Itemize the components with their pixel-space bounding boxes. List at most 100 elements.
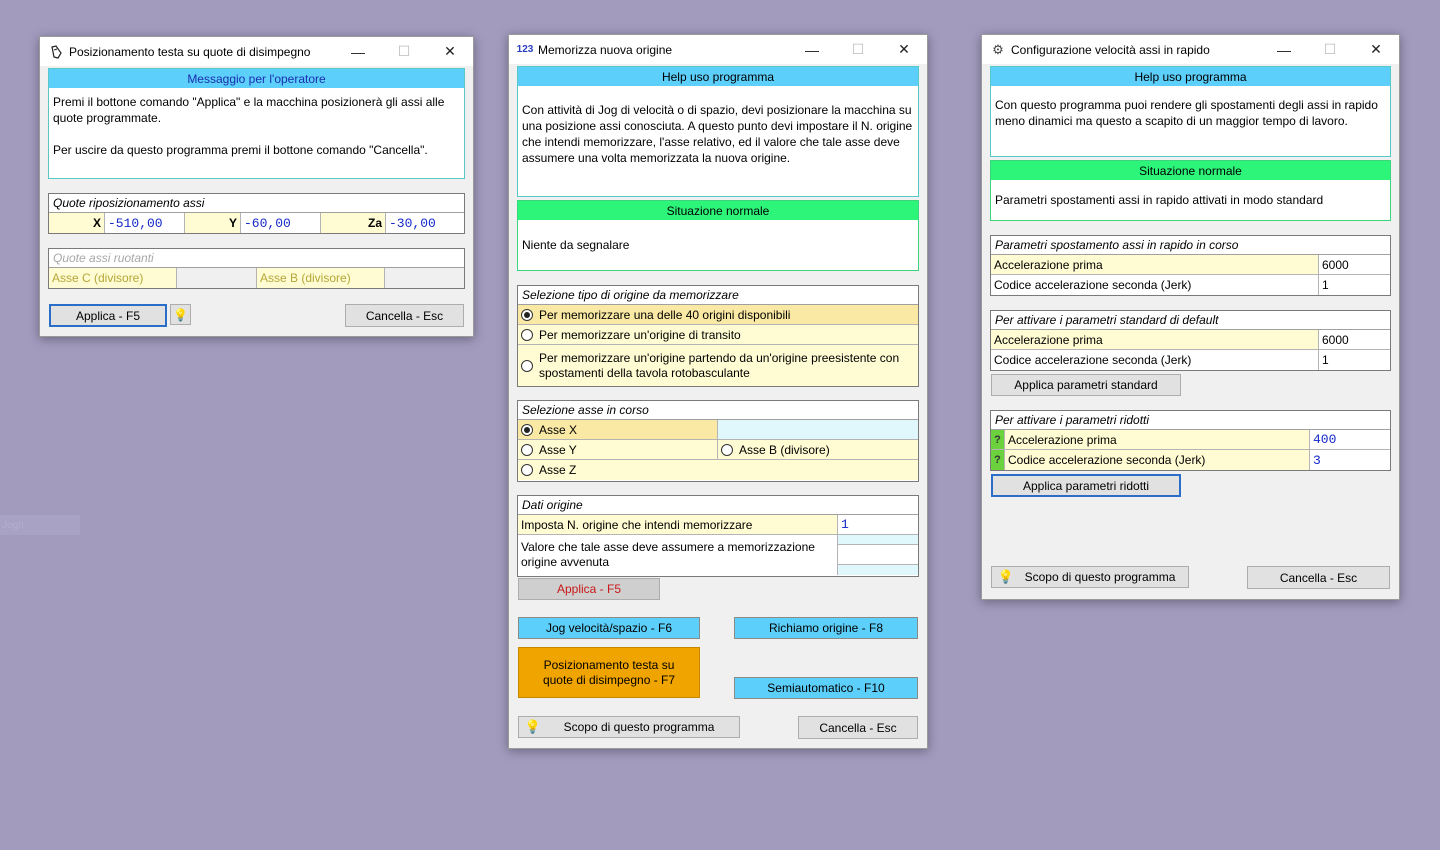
- window-head-positioning: Posizionamento testa su quote di disimpe…: [39, 36, 474, 337]
- help-panel: Help uso programma Con attività di Jog d…: [517, 66, 919, 197]
- help-header: Help uso programma: [991, 67, 1390, 86]
- origin-value-input-3[interactable]: [838, 565, 918, 575]
- jog-button[interactable]: Jog velocità/spazio - F6: [518, 617, 700, 639]
- cancel-button[interactable]: Cancella - Esc: [345, 304, 464, 327]
- current-params-group: Parametri spostamento assi in rapido in …: [990, 235, 1391, 296]
- gear-icon: ⚙: [992, 41, 1004, 57]
- semiautomatic-button[interactable]: Semiautomatico - F10: [734, 677, 918, 699]
- axis-y-option[interactable]: Asse Y: [518, 440, 718, 459]
- operator-message-header: Messaggio per l'operatore: [49, 69, 464, 88]
- reduced-acc-label: Accelerazione prima: [1005, 430, 1310, 449]
- origin-type-group: Selezione tipo di origine da memorizzare…: [517, 285, 919, 387]
- standard-acc-value: 6000: [1319, 330, 1390, 349]
- rot-b-value: [385, 268, 464, 288]
- lightbulb-icon: 💡: [997, 569, 1015, 584]
- close-icon[interactable]: ✕: [427, 37, 473, 66]
- current-acc-value: 6000: [1319, 255, 1390, 274]
- radio-icon[interactable]: [521, 328, 533, 341]
- axis-x-label: X: [49, 213, 105, 233]
- positioning-button[interactable]: Posizionamento testa su quote di disimpe…: [518, 647, 700, 698]
- radio-icon[interactable]: [521, 308, 533, 321]
- radio-icon[interactable]: [521, 359, 533, 372]
- close-icon[interactable]: ✕: [1353, 35, 1399, 64]
- origin-data-group: Dati origine Imposta N. origine che inte…: [517, 495, 919, 577]
- minimize-icon[interactable]: —: [789, 35, 835, 64]
- status-text: Niente da segnalare: [522, 238, 630, 252]
- help-text: Con questo programma puoi rendere gli sp…: [995, 98, 1378, 128]
- axis-za-label: Za: [321, 213, 386, 233]
- titlebar[interactable]: Posizionamento testa su quote di disimpe…: [40, 37, 473, 66]
- origin-value-input-2[interactable]: [838, 545, 918, 565]
- standard-params-group: Per attivare i parametri standard di def…: [990, 310, 1391, 371]
- close-icon[interactable]: ✕: [881, 35, 927, 64]
- axis-x-value[interactable]: -510,00: [105, 213, 185, 233]
- rotating-axes-group: Quote assi ruotanti Asse C (divisore) As…: [48, 248, 465, 289]
- maximize-icon: ☐: [1323, 41, 1337, 57]
- minimize-icon[interactable]: —: [1261, 35, 1307, 64]
- numbers-icon: 123: [516, 44, 534, 55]
- axis-selection-group: Selezione asse in corso Asse X Asse Y As…: [517, 400, 919, 482]
- lightbulb-icon: 💡: [173, 307, 188, 322]
- window-rapid-speed-config: ⚙ Configurazione velocità assi in rapido…: [981, 34, 1400, 600]
- apply-standard-button[interactable]: Applica parametri standard: [991, 374, 1181, 396]
- recall-origin-button[interactable]: Richiamo origine - F8: [734, 617, 918, 639]
- standard-jerk-value: 1: [1319, 350, 1390, 370]
- origin-type-title: Selezione tipo di origine da memorizzare: [518, 286, 918, 305]
- origin-value-label: Valore che tale asse deve assumere a mem…: [518, 535, 838, 575]
- axis-x-option[interactable]: Asse X: [518, 420, 718, 439]
- window-store-origin: 123 Memorizza nuova origine — ☐ ✕ Help u…: [508, 34, 928, 749]
- scope-button[interactable]: 💡 Scopo di questo programma: [518, 716, 740, 738]
- standard-jerk-label: Codice accelerazione seconda (Jerk): [991, 350, 1319, 370]
- cancel-button[interactable]: Cancella - Esc: [1247, 566, 1390, 589]
- radio-icon[interactable]: [521, 464, 533, 476]
- quote-riposizionamento-group: Quote riposizionamento assi X -510,00 Y …: [48, 193, 465, 234]
- axis-y-value[interactable]: -60,00: [241, 213, 321, 233]
- standard-params-title: Per attivare i parametri standard di def…: [991, 311, 1390, 330]
- radio-icon[interactable]: [521, 443, 533, 456]
- axis-za-value[interactable]: -30,00: [386, 213, 464, 233]
- radio-icon[interactable]: [721, 443, 733, 456]
- reduced-jerk-input[interactable]: 3: [1310, 450, 1390, 470]
- rot-c-value: [177, 268, 257, 288]
- axis-x-spacer: [718, 420, 918, 439]
- status-header: Situazione normale: [518, 201, 918, 220]
- window-title: Memorizza nuova origine: [538, 42, 673, 57]
- help-icon[interactable]: ?: [991, 450, 1005, 470]
- apply-button[interactable]: Applica - F5: [49, 304, 167, 327]
- radio-icon[interactable]: [521, 423, 533, 436]
- background-ghost-label: Jogn: [0, 515, 80, 535]
- minimize-icon[interactable]: —: [335, 37, 381, 66]
- apply-reduced-button[interactable]: Applica parametri ridotti: [991, 474, 1181, 497]
- window-title: Configurazione velocità assi in rapido: [1011, 42, 1210, 57]
- axis-b-option[interactable]: Asse B (divisore): [718, 440, 918, 459]
- reduced-params-group: Per attivare i parametri ridotti ? Accel…: [990, 410, 1391, 471]
- current-acc-label: Accelerazione prima: [991, 255, 1319, 274]
- lightbulb-button[interactable]: 💡: [170, 304, 191, 325]
- scope-button[interactable]: 💡 Scopo di questo programma: [991, 566, 1189, 588]
- origin-type-option-3[interactable]: Per memorizzare un'origine partendo da u…: [518, 345, 918, 386]
- quote-riposizionamento-title: Quote riposizionamento assi: [49, 194, 464, 213]
- reduced-jerk-label: Codice accelerazione seconda (Jerk): [1005, 450, 1310, 470]
- reduced-acc-input[interactable]: 400: [1310, 430, 1390, 449]
- origin-value-input[interactable]: [838, 535, 918, 545]
- axis-selection-title: Selezione asse in corso: [518, 401, 918, 420]
- origin-type-option-2[interactable]: Per memorizzare un'origine di transito: [518, 325, 918, 345]
- rot-b-label: Asse B (divisore): [257, 268, 385, 288]
- maximize-icon: ☐: [851, 41, 865, 57]
- titlebar[interactable]: 123 Memorizza nuova origine — ☐ ✕: [509, 35, 927, 64]
- axis-z-option[interactable]: Asse Z: [518, 460, 918, 480]
- cancel-button[interactable]: Cancella - Esc: [798, 716, 918, 739]
- origin-type-option-1[interactable]: Per memorizzare una delle 40 origini dis…: [518, 305, 918, 325]
- help-icon[interactable]: ?: [991, 430, 1005, 449]
- standard-acc-label: Accelerazione prima: [991, 330, 1319, 349]
- help-text: Con attività di Jog di velocità o di spa…: [522, 103, 913, 165]
- rot-c-label: Asse C (divisore): [49, 268, 177, 288]
- current-params-title: Parametri spostamento assi in rapido in …: [991, 236, 1390, 255]
- current-jerk-label: Codice accelerazione seconda (Jerk): [991, 275, 1319, 295]
- apply-button[interactable]: Applica - F5: [518, 578, 660, 600]
- lightbulb-icon: 💡: [524, 719, 542, 734]
- titlebar[interactable]: ⚙ Configurazione velocità assi in rapido…: [982, 35, 1399, 64]
- status-panel: Situazione normale Niente da segnalare: [517, 200, 919, 271]
- status-text: Parametri spostamenti assi in rapido att…: [995, 193, 1324, 207]
- origin-number-input[interactable]: 1: [838, 515, 918, 534]
